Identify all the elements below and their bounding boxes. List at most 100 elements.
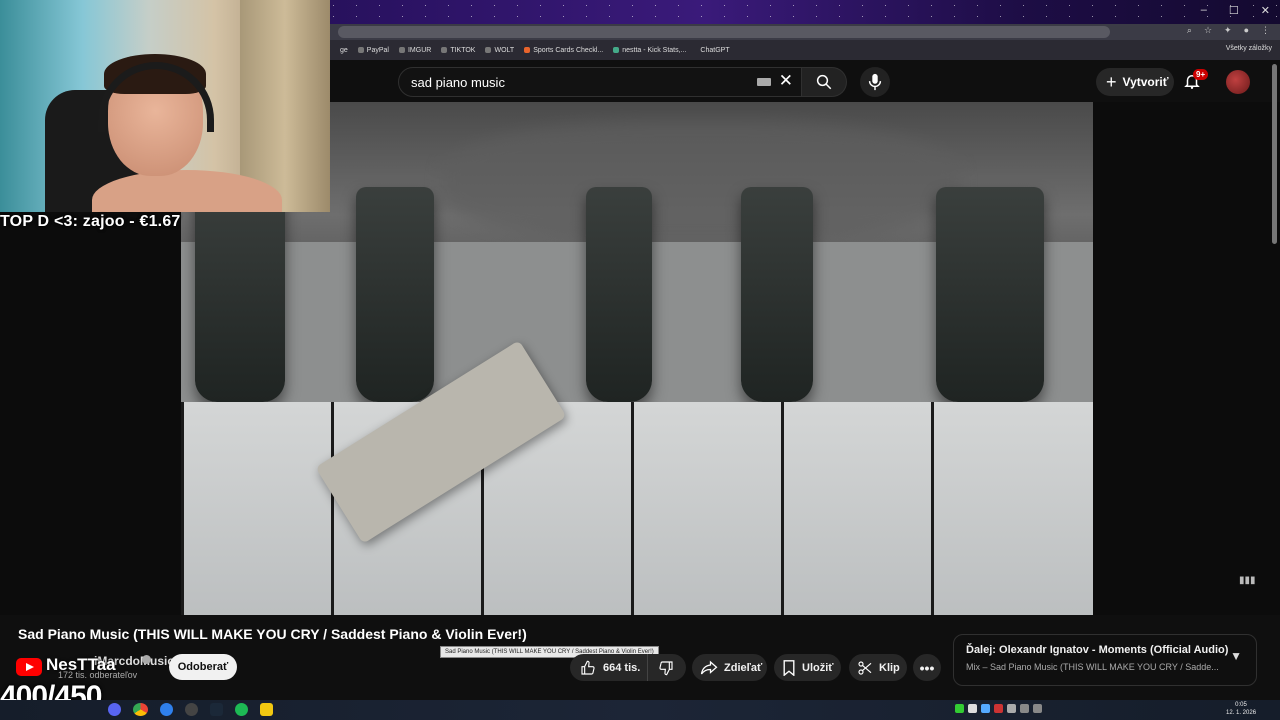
zoom-icon[interactable]: ⌕ xyxy=(1187,25,1192,36)
clip-button[interactable]: Klip xyxy=(849,654,907,681)
wolt-icon xyxy=(485,47,492,53)
wifi-icon[interactable] xyxy=(1020,704,1029,713)
video-frame-detail xyxy=(936,187,1044,402)
subscribe-button[interactable]: Odoberať xyxy=(169,654,237,680)
search-icon xyxy=(816,74,832,90)
bookmark-item[interactable]: nestta - Kick Stats,... xyxy=(613,47,686,54)
paypal-icon xyxy=(357,47,364,53)
bookmark-label: IMGUR xyxy=(407,46,432,54)
obs-icon[interactable] xyxy=(185,703,198,716)
bookmark-label: WOLT xyxy=(494,46,515,54)
clock-date: 12. 1. 2026 xyxy=(1226,710,1257,716)
bookmark-icon xyxy=(783,659,795,676)
plus-icon: + xyxy=(1106,71,1117,92)
webcam-overlay xyxy=(0,0,330,212)
bookmark-label: PayPal xyxy=(366,46,389,54)
search-query[interactable]: sad piano music xyxy=(411,75,505,90)
tray-app-icon[interactable] xyxy=(1007,704,1016,713)
menu-icon[interactable]: ⋮ xyxy=(1261,25,1270,36)
volume-icon[interactable] xyxy=(1033,704,1042,713)
video-frame-detail xyxy=(181,402,334,615)
save-button[interactable]: Uložiť xyxy=(774,654,841,681)
thumbs-up-icon xyxy=(581,660,595,675)
bookmark-item[interactable]: IMGUR xyxy=(398,46,432,54)
streamer-name: NesTTaa xyxy=(46,655,116,674)
taskbar-apps xyxy=(108,703,273,716)
video-frame-detail xyxy=(741,187,813,402)
chrome-icon[interactable] xyxy=(133,703,148,716)
video-frame-detail xyxy=(441,122,961,242)
windows-taskbar: 0:05 12. 1. 2026 xyxy=(0,700,1280,720)
window-controls: – ☐ ✕ xyxy=(1201,4,1270,17)
all-bookmarks[interactable]: Všetky záložky xyxy=(1226,45,1272,52)
star-icon[interactable]: ☆ xyxy=(1204,25,1212,36)
thumbs-down-icon xyxy=(659,660,673,675)
bookmark-item[interactable]: PayPal xyxy=(357,46,389,54)
bookmark-item[interactable]: ge xyxy=(340,47,348,54)
edge-icon[interactable] xyxy=(160,703,173,716)
voice-search-button[interactable] xyxy=(860,67,890,97)
video-title: Sad Piano Music (THIS WILL MAKE YOU CRY … xyxy=(18,626,527,642)
spotify-icon[interactable] xyxy=(235,703,248,716)
keyboard-icon[interactable] xyxy=(757,78,771,86)
tray-app-icon[interactable] xyxy=(994,704,1003,713)
video-frame-detail xyxy=(356,187,434,402)
chevron-down-icon[interactable]: ▼ xyxy=(1230,649,1242,663)
video-frame-detail xyxy=(195,187,285,402)
minimize-button[interactable]: – xyxy=(1201,4,1207,17)
bookmark-label: TIKTOK xyxy=(450,46,476,54)
bookmarks-bar: ge PayPal IMGUR TIKTOK WOLT Sports Cards… xyxy=(330,40,1280,60)
bookmark-item[interactable]: ChatGPT xyxy=(700,47,729,54)
share-icon xyxy=(700,660,718,674)
profile-icon[interactable]: ● xyxy=(1244,25,1249,36)
share-label: Zdieľať xyxy=(724,661,763,674)
search-button[interactable] xyxy=(802,67,847,97)
system-tray xyxy=(955,704,1042,713)
cards-icon xyxy=(524,47,531,53)
bookmark-label: Sports Cards Checkl... xyxy=(533,46,604,54)
channel-row: iMarcdoMusic 172 tis. odberateľov NesTTa… xyxy=(14,652,574,682)
avatar[interactable] xyxy=(1226,70,1250,94)
up-next-title: Ďalej: Olexandr Ignatov - Moments (Offic… xyxy=(966,644,1229,656)
youtube-header: sad piano music ✕ + Vytvoriť 9+ xyxy=(330,60,1280,102)
url-field[interactable] xyxy=(338,26,1110,38)
discord-icon[interactable] xyxy=(108,703,121,716)
bookmark-item[interactable]: WOLT xyxy=(485,47,514,54)
clip-label: Klip xyxy=(879,661,900,674)
miniplayer-icon[interactable]: ▮▮▮ xyxy=(1239,575,1257,587)
folder-icon[interactable] xyxy=(260,703,273,716)
save-label: Uložiť xyxy=(802,661,834,674)
tray-app-icon[interactable] xyxy=(981,704,990,713)
scissors-icon xyxy=(858,660,872,675)
system-clock[interactable]: 0:05 12. 1. 2026 xyxy=(1226,701,1256,717)
more-actions-button[interactable]: ••• xyxy=(913,654,941,681)
dislike-button[interactable] xyxy=(648,660,674,676)
tiktok-icon xyxy=(441,47,448,53)
up-next-playlist: Mix – Sad Piano Music (THIS WILL MAKE YO… xyxy=(966,662,1219,672)
create-label: Vytvoriť xyxy=(1122,75,1169,89)
video-frame-detail xyxy=(586,187,652,402)
address-bar: ⌕ ☆ ✦ ● ⋮ xyxy=(330,24,1280,40)
close-window-button[interactable]: ✕ xyxy=(1261,4,1270,17)
tray-app-icon[interactable] xyxy=(968,704,977,713)
youtube-logo-icon xyxy=(16,658,42,676)
bookmark-item[interactable]: TIKTOK xyxy=(441,47,475,54)
like-count: 664 tis. xyxy=(603,661,641,674)
kick-icon xyxy=(613,47,620,53)
page-scrollbar[interactable] xyxy=(1272,64,1277,244)
create-button[interactable]: + Vytvoriť xyxy=(1096,68,1174,96)
bookmark-label: ge xyxy=(340,46,348,54)
video-frame-detail xyxy=(931,402,1093,615)
notification-badge: 9+ xyxy=(1193,69,1209,80)
like-button[interactable]: 664 tis. xyxy=(570,654,648,681)
extensions-icon[interactable]: ✦ xyxy=(1224,25,1232,36)
share-button[interactable]: Zdieľať xyxy=(692,654,767,681)
maximize-button[interactable]: ☐ xyxy=(1229,4,1239,17)
up-next-panel[interactable]: Ďalej: Olexandr Ignatov - Moments (Offic… xyxy=(953,634,1257,686)
top-donation-text: TOP D <3: zajoo - €1.67 xyxy=(0,213,181,230)
tray-app-icon[interactable] xyxy=(955,704,964,713)
search-input[interactable]: sad piano music ✕ xyxy=(398,67,802,97)
steam-icon[interactable] xyxy=(210,703,223,716)
bookmark-item[interactable]: Sports Cards Checkl... xyxy=(524,47,603,54)
clear-search-icon[interactable]: ✕ xyxy=(779,71,793,91)
